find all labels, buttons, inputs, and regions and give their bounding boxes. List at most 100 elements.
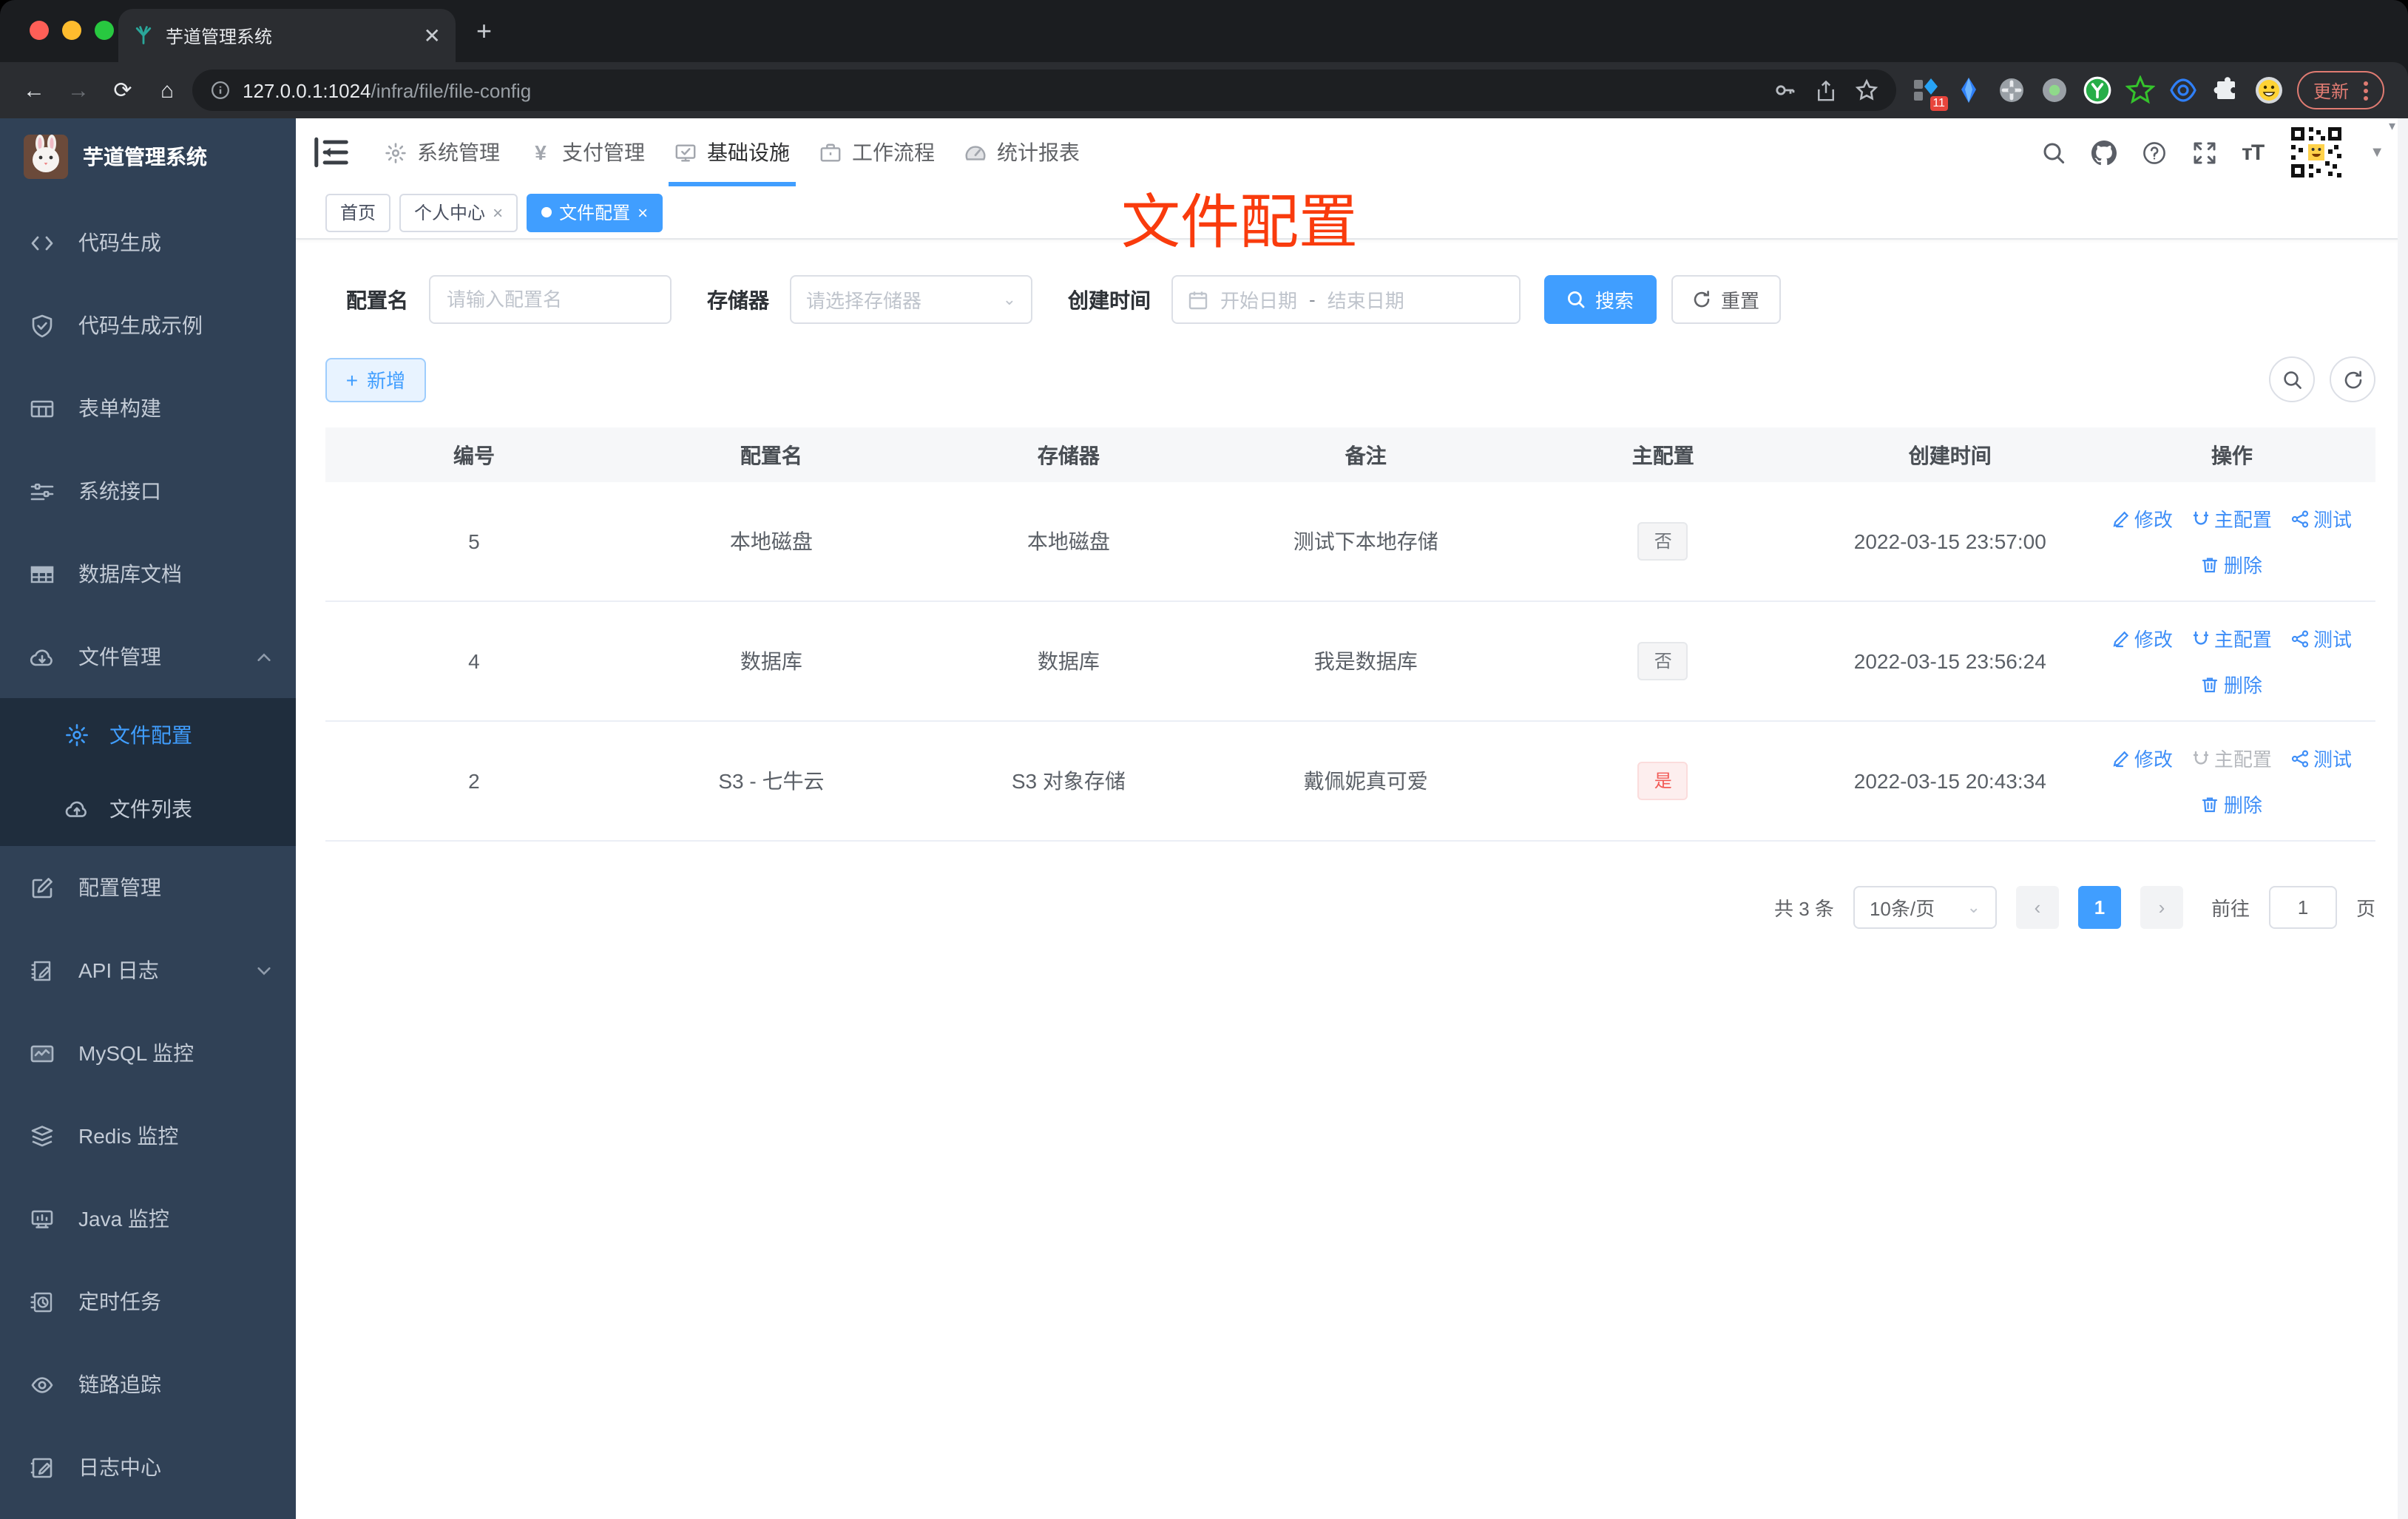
- nav-item-infra[interactable]: 基础设施: [660, 118, 805, 186]
- extension-y-icon[interactable]: [2083, 75, 2112, 105]
- extension-emoji-icon[interactable]: [2254, 75, 2284, 105]
- edit-link[interactable]: 修改: [2112, 504, 2173, 532]
- browser-tab[interactable]: 芋道管理系统 ✕: [118, 9, 456, 62]
- omnibox-actions: [1773, 78, 1878, 102]
- extension-eye-icon[interactable]: [2168, 75, 2198, 105]
- font-size-icon[interactable]: тT: [2242, 140, 2265, 165]
- sidebar-item-trace[interactable]: 链路追踪: [0, 1343, 296, 1426]
- tab-close-icon[interactable]: ✕: [424, 25, 441, 46]
- master-link[interactable]: 主配置: [2192, 624, 2272, 652]
- sidebar-item-codegen-demo[interactable]: 代码生成示例: [0, 284, 296, 367]
- site-info-icon[interactable]: [210, 80, 231, 101]
- extension-puzzle-icon[interactable]: [2211, 75, 2241, 105]
- storage-select[interactable]: 请选择存储器 ⌄: [790, 275, 1032, 324]
- sidebar-item-java[interactable]: Java 监控: [0, 1177, 296, 1260]
- share-icon[interactable]: [1815, 79, 1837, 101]
- browser-menu-icon[interactable]: [2364, 81, 2368, 100]
- page-scrollbar[interactable]: ▾: [2389, 118, 2408, 1519]
- add-button[interactable]: + 新增: [325, 357, 426, 402]
- forward-button[interactable]: →: [59, 71, 98, 109]
- nav-item-report[interactable]: 统计报表: [950, 118, 1095, 186]
- extension-record-icon[interactable]: [2040, 75, 2069, 105]
- sidebar-item-form-builder[interactable]: 表单构建: [0, 367, 296, 450]
- search-icon[interactable]: [2040, 140, 2066, 165]
- table-refresh-button[interactable]: [2330, 356, 2375, 402]
- password-key-icon[interactable]: [1773, 78, 1797, 102]
- config-name-input[interactable]: [429, 275, 672, 324]
- fullscreen-icon[interactable]: [2191, 140, 2216, 165]
- magnet-icon: [2192, 629, 2210, 647]
- favicon-plant-icon: [133, 25, 154, 46]
- url-bar[interactable]: 127.0.0.1:1024/infra/file/file-config: [192, 70, 1896, 111]
- app-logo-row[interactable]: 芋道管理系统: [0, 118, 296, 189]
- edit-link[interactable]: 修改: [2112, 744, 2173, 772]
- chevron-down-icon: [256, 962, 272, 978]
- avatar[interactable]: [2288, 124, 2345, 180]
- search-button[interactable]: 搜索: [1544, 275, 1657, 324]
- col-name: 配置名: [740, 443, 802, 467]
- sidebar-item-redis[interactable]: Redis 监控: [0, 1095, 296, 1177]
- tag-profile[interactable]: 个人中心 ×: [399, 193, 518, 231]
- sidebar-item-label: 数据库文档: [78, 562, 182, 586]
- sidebar-item-mysql[interactable]: MySQL 监控: [0, 1012, 296, 1095]
- tag-close-icon[interactable]: ×: [493, 202, 503, 223]
- bookmark-star-icon[interactable]: [1855, 78, 1878, 102]
- sidebar-item-file-config[interactable]: 文件配置: [0, 698, 296, 772]
- extension-star-icon[interactable]: [2125, 75, 2155, 105]
- sidebar-item-api-log[interactable]: API 日志: [0, 929, 296, 1012]
- document-edit-icon: [30, 958, 55, 983]
- zoom-window-button[interactable]: [95, 21, 114, 40]
- page-size-select[interactable]: 10条/页 ⌄: [1853, 886, 1997, 929]
- delete-link[interactable]: 删除: [2202, 670, 2262, 698]
- sidebar-item-file-list[interactable]: 文件列表: [0, 772, 296, 846]
- nav-item-workflow[interactable]: 工作流程: [805, 118, 950, 186]
- prev-page-button[interactable]: ‹: [2015, 886, 2059, 929]
- app-title: 芋道管理系统: [83, 145, 207, 169]
- edit-link[interactable]: 修改: [2112, 624, 2173, 652]
- chart-monitor-icon: [30, 1041, 55, 1066]
- next-page-button[interactable]: ›: [2140, 886, 2183, 929]
- delete-link[interactable]: 删除: [2202, 790, 2262, 818]
- goto-page-input[interactable]: [2268, 886, 2337, 929]
- delete-link[interactable]: 删除: [2202, 550, 2262, 578]
- extension-grid-icon[interactable]: 11: [1911, 75, 1948, 111]
- master-link[interactable]: 主配置: [2192, 504, 2272, 532]
- home-button[interactable]: ⌂: [148, 71, 186, 109]
- table-search-button[interactable]: [2269, 356, 2315, 402]
- collapse-sidebar-icon[interactable]: [314, 135, 349, 170]
- sidebar-item-file-mgmt[interactable]: 文件管理: [0, 615, 296, 698]
- sidebar-item-cron[interactable]: 定时任务: [0, 1260, 296, 1343]
- test-link[interactable]: 测试: [2291, 504, 2352, 532]
- sidebar-item-config-mgmt[interactable]: 配置管理: [0, 846, 296, 929]
- page-number-button[interactable]: 1: [2077, 886, 2121, 929]
- col-remark: 备注: [1345, 443, 1387, 467]
- new-tab-button[interactable]: +: [476, 18, 492, 44]
- test-link[interactable]: 测试: [2291, 624, 2352, 652]
- test-link[interactable]: 测试: [2291, 744, 2352, 772]
- minimize-window-button[interactable]: [62, 21, 81, 40]
- extension-clover-icon[interactable]: [1997, 75, 2026, 105]
- table-toolbar: + 新增: [325, 356, 2375, 402]
- storage-select-placeholder: 请选择存储器: [806, 290, 922, 312]
- sidebar-item-codegen[interactable]: 代码生成: [0, 201, 296, 284]
- sidebar-item-db-doc[interactable]: 数据库文档: [0, 532, 296, 615]
- sidebar-item-system-api[interactable]: 系统接口: [0, 450, 296, 532]
- date-range-picker[interactable]: 开始日期 - 结束日期: [1171, 275, 1521, 324]
- reload-button[interactable]: ⟳: [104, 71, 142, 109]
- browser-update-button[interactable]: 更新: [2296, 71, 2384, 109]
- sidebar-item-label: Java 监控: [78, 1207, 169, 1231]
- tag-file-config[interactable]: 文件配置 ×: [527, 193, 663, 231]
- close-window-button[interactable]: [30, 21, 49, 40]
- sidebar-item-log-center[interactable]: 日志中心: [0, 1426, 296, 1509]
- nav-item-system[interactable]: 系统管理: [370, 118, 515, 186]
- extension-pin-icon[interactable]: [1954, 75, 1983, 105]
- tag-home[interactable]: 首页: [325, 193, 391, 231]
- github-icon[interactable]: [2091, 140, 2117, 165]
- reset-button[interactable]: 重置: [1671, 275, 1781, 324]
- help-icon[interactable]: [2141, 140, 2166, 165]
- avatar-caret-icon[interactable]: ▼: [2370, 144, 2384, 160]
- pencil-icon: [2112, 629, 2130, 647]
- tag-close-icon[interactable]: ×: [637, 202, 648, 223]
- nav-item-payment[interactable]: ¥ 支付管理: [515, 118, 660, 186]
- back-button[interactable]: ←: [15, 71, 53, 109]
